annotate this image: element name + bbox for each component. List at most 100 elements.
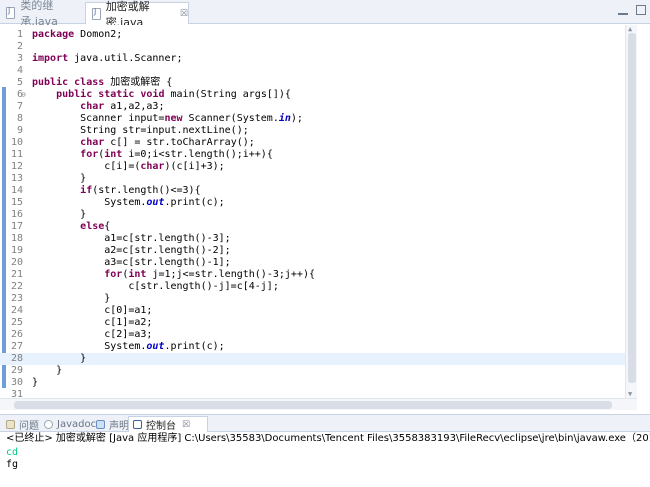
line-number: 22	[10, 281, 23, 292]
code-line[interactable]: 19 a2=c[str.length()-2];	[0, 245, 625, 257]
code-line[interactable]: 29 }	[0, 365, 625, 377]
scroll-up-icon[interactable]: ▲	[628, 25, 632, 33]
line-number: 3	[16, 53, 23, 64]
line-number: 4	[16, 65, 23, 76]
tab-encrypt-decrypt[interactable]: 加密或解密.java ☒	[85, 0, 189, 29]
code-line[interactable]: 30}	[0, 377, 625, 389]
code-line[interactable]: 25 c[1]=a2;	[0, 317, 625, 329]
line-number: 14	[10, 185, 23, 196]
tab-label: Javadoc	[57, 418, 97, 430]
code-line[interactable]: 6 ⊖ public static void main(String args[]…	[0, 89, 625, 101]
code-text: package Domon2;	[32, 29, 123, 40]
tab-label: 声明	[109, 420, 129, 432]
scroll-down-icon[interactable]: ▼	[628, 390, 632, 398]
line-number: 13	[10, 173, 23, 184]
code-line[interactable]: 12 c[i]=(char)(c[i]+3);	[0, 161, 625, 173]
line-number: 16	[10, 209, 23, 220]
code-line[interactable]: 28 }	[0, 353, 625, 365]
fold-toggle-icon[interactable]: ⊖	[21, 89, 26, 101]
code-line[interactable]: 23 }	[0, 293, 625, 305]
code-text: c[0]=a1;	[32, 305, 153, 316]
code-text: for(int j=1;j<=str.length()-3;j++){	[104, 269, 315, 280]
line-number: 28	[10, 353, 23, 364]
code-text: a3=c[str.length()-1];	[32, 257, 231, 268]
line-number: 15	[10, 197, 23, 208]
line-number: 1	[16, 29, 23, 40]
line-number: 11	[10, 149, 23, 160]
code-line[interactable]: 7 char a1,a2,a3;	[0, 101, 625, 113]
close-icon[interactable]: ☒	[180, 9, 188, 19]
code-editor[interactable]: 1 package Domon2; 2 3 import java.util.Scann…	[0, 25, 650, 410]
editor-tab-bar: 类的继承.java 加密或解密.java ☒	[0, 0, 650, 29]
code-text: System.out.print(c);	[32, 197, 225, 208]
horizontal-scrollbar[interactable]	[0, 398, 637, 410]
line-number: 26	[10, 329, 23, 340]
javadoc-icon	[44, 419, 53, 429]
code-line[interactable]: 3 import java.util.Scanner;	[0, 53, 625, 65]
scroll-thumb[interactable]	[628, 33, 636, 383]
line-number: 12	[10, 161, 23, 172]
code-text: }	[32, 293, 111, 304]
code-line[interactable]: 10 char c[] = str.toCharArray();	[0, 137, 625, 149]
code-text: }	[32, 377, 39, 388]
line-number: 20	[10, 257, 23, 268]
code-line[interactable]: 1 package Domon2;	[0, 29, 625, 41]
close-icon[interactable]: ☒	[182, 420, 190, 430]
line-number: 2	[16, 41, 23, 52]
code-text: import java.util.Scanner;	[32, 53, 183, 64]
line-number: 30	[10, 377, 23, 388]
code-line[interactable]: 14 if(str.length()<=3){	[0, 185, 625, 197]
code-text: }	[32, 365, 63, 376]
tab-problems[interactable]: 问题	[2, 416, 39, 432]
code-line[interactable]: 15 System.out.print(c);	[0, 197, 625, 209]
code-line[interactable]: 13 }	[0, 173, 625, 185]
line-number: 17	[10, 221, 23, 232]
tab-console[interactable]: 控制台 ☒	[128, 416, 208, 432]
declaration-icon	[96, 419, 105, 429]
code-text: a1=c[str.length()-3];	[32, 233, 231, 244]
scroll-thumb[interactable]	[14, 401, 612, 409]
vertical-scrollbar[interactable]: ▲ ▼	[625, 25, 637, 398]
line-number: 5	[16, 77, 23, 88]
maximize-icon[interactable]	[636, 5, 646, 15]
code-text: a2=c[str.length()-2];	[32, 245, 231, 256]
console-input-line: cd	[6, 447, 19, 458]
java-file-icon	[92, 7, 101, 20]
code-text: Scanner input=new Scanner(System.in);	[32, 113, 303, 124]
tab-class-inheritance[interactable]: 类的继承.java	[0, 0, 85, 28]
console-status-line: <已终止> 加密或解密 [Java 应用程序] C:\Users\35583\D…	[6, 433, 650, 444]
code-text: }	[32, 173, 87, 184]
code-line[interactable]: 16 }	[0, 209, 625, 221]
line-number: 25	[10, 317, 23, 328]
code-line[interactable]: 11 for(int i=0;i<str.length();i++){	[0, 149, 625, 161]
tab-javadoc[interactable]: Javadoc	[40, 416, 96, 432]
code-line[interactable]: 17 else{	[0, 221, 625, 233]
console-output-line: fg	[6, 459, 19, 470]
code-line[interactable]: 27 System.out.print(c);	[0, 341, 625, 353]
line-number: 19	[10, 245, 23, 256]
code-line[interactable]: 4	[0, 65, 625, 77]
line-number: 21	[10, 269, 23, 280]
line-number: 10	[10, 137, 23, 148]
code-line[interactable]: 18 a1=c[str.length()-3];	[0, 233, 625, 245]
tab-label: 问题	[19, 420, 39, 432]
code-text: System.out.print(c);	[32, 341, 225, 352]
code-text: public class 加密或解密 {	[32, 77, 173, 88]
code-line[interactable]: 8 Scanner input=new Scanner(System.in);	[0, 113, 625, 125]
code-line[interactable]: 20 a3=c[str.length()-1];	[0, 257, 625, 269]
code-line[interactable]: 2	[0, 41, 625, 53]
minimize-icon[interactable]	[618, 5, 628, 15]
code-line[interactable]: 9 String str=input.nextLine();	[0, 125, 625, 137]
line-number: 7	[16, 101, 23, 112]
java-file-icon	[6, 6, 16, 19]
code-line[interactable]: 26 c[2]=a3;	[0, 329, 625, 341]
code-line[interactable]: 24 c[0]=a1;	[0, 305, 625, 317]
code-text: c[2]=a3;	[32, 329, 153, 340]
code-line[interactable]: 5 public class 加密或解密 {	[0, 77, 625, 89]
code-line[interactable]: 22 c[str.length()-j]=c[4-j];	[0, 281, 625, 293]
line-number: 18	[10, 233, 23, 244]
tab-declaration[interactable]: 声明	[92, 416, 129, 432]
code-text: else{	[80, 221, 111, 232]
code-line[interactable]: 21 for(int j=1;j<=str.length()-3;j++){	[0, 269, 625, 281]
line-number: 27	[10, 341, 23, 352]
